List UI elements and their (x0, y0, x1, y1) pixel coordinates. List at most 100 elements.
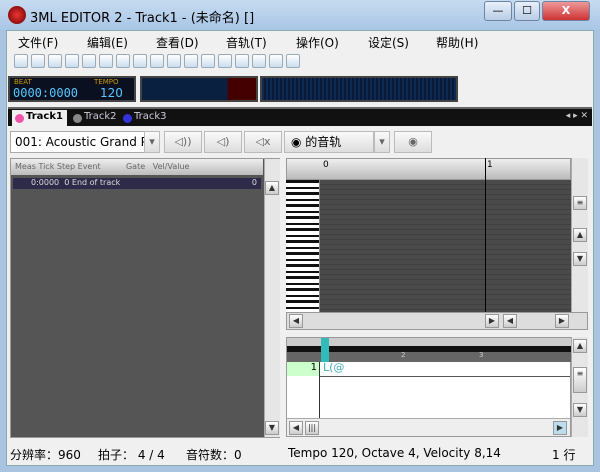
piano-roll-vscroll[interactable]: ≡ ▲ ▼ (571, 158, 588, 312)
status-resolution: 分辨率：960 (10, 448, 81, 462)
status-bar: 分辨率：960 拍子： 4 / 4 音符数：0 Tempo 120, Octav… (6, 440, 594, 466)
scroll-thumb[interactable]: ≡ (573, 367, 587, 393)
track-select-value: 的音轨 (305, 135, 342, 149)
level-meter (260, 76, 458, 102)
pan-icon[interactable]: ◁) (204, 131, 242, 153)
scroll-up-icon[interactable]: ▲ (573, 339, 587, 353)
eye-icon[interactable]: ◉ (394, 131, 432, 153)
line-number-gutter: 1 (287, 362, 319, 376)
row-step: 0 (64, 178, 70, 187)
chevron-down-icon[interactable]: ▾ (374, 131, 390, 153)
rewind-icon[interactable] (116, 54, 130, 68)
ruler-label: 2 (401, 351, 406, 359)
title-bar: 3ML EDITOR 2 - Track1 - (未命名) [] — ☐ X (0, 0, 600, 30)
mute-icon[interactable]: ◁x (244, 131, 282, 153)
tab-track3[interactable]: Track3 (120, 110, 171, 127)
zoom-in-icon[interactable]: ▶ (555, 314, 569, 328)
piano-roll-grid[interactable] (286, 158, 571, 312)
tab-label: Track2 (84, 111, 117, 122)
beat-label: BEAT (14, 78, 32, 86)
window-title: 3ML EDITOR 2 - Track1 - (未命名) [] (30, 11, 255, 26)
new-icon[interactable] (14, 54, 28, 68)
row-position: 0:0000 (31, 178, 60, 187)
tab-label: Track3 (134, 111, 167, 122)
tempo-label: TEMPO (94, 78, 119, 86)
forward-icon[interactable] (184, 54, 198, 68)
search-icon[interactable] (82, 54, 96, 68)
mml-vscroll[interactable]: ▲ ≡ ▼ (571, 337, 588, 437)
mml-hscroll[interactable]: ◀ ||| ▶ (287, 418, 570, 436)
mml-ruler: 2 3 (287, 338, 572, 362)
scroll-down-icon[interactable]: ▼ (265, 421, 279, 435)
position-readout: 0000:0000 (13, 86, 79, 100)
tempo-readout: 120 (100, 86, 123, 100)
track-select[interactable]: ◉ 的音轨 (284, 131, 374, 153)
menu-track[interactable]: 音轨(T) (226, 34, 267, 51)
scroll-left-icon[interactable]: ◀ (289, 421, 303, 435)
minimize-button[interactable]: — (484, 1, 512, 21)
pause-icon[interactable] (150, 54, 164, 68)
instrument-value: 001: Acoustic Grand Pi (15, 135, 151, 149)
status-notes: 音符数：0 (186, 448, 242, 462)
print-icon[interactable] (269, 54, 283, 68)
row-event: End of track (71, 178, 121, 187)
tab-track2[interactable]: Track2 (70, 110, 121, 127)
menu-operate[interactable]: 操作(O) (296, 34, 339, 51)
volume-icon[interactable]: ◁)) (164, 131, 202, 153)
ruler-label: 1 (487, 160, 493, 170)
position-display: BEAT TEMPO 0000:0000 120 (8, 76, 136, 102)
mml-editor[interactable]: 2 3 1 L(@ ◀ ||| ▶ (286, 337, 572, 437)
event-list[interactable]: Meas Tick Step Event Gate Vel/Value 0:00… (10, 158, 280, 438)
scroll-right-icon[interactable]: ▶ (485, 314, 499, 328)
rewind-start-icon[interactable] (99, 54, 113, 68)
settings-icon[interactable] (286, 54, 300, 68)
scroll-up-icon[interactable]: ▲ (265, 181, 279, 195)
app-icon (8, 6, 26, 24)
menu-view[interactable]: 查看(D) (156, 34, 199, 51)
ruler-label: 3 (479, 351, 484, 359)
tab-label: Track1 (26, 111, 63, 122)
scroll-right-icon[interactable]: ▶ (553, 421, 567, 435)
close-button[interactable]: X (542, 1, 590, 21)
menu-settings[interactable]: 设定(S) (368, 34, 409, 51)
scroll-down-icon[interactable]: ▼ (573, 252, 587, 266)
status-beat: 拍子： 4 / 4 (98, 448, 165, 462)
menu-bar: 文件(F) 编辑(E) 查看(D) 音轨(T) 操作(O) 设定(S) 帮助(H… (6, 32, 594, 52)
menu-help[interactable]: 帮助(H) (436, 34, 478, 51)
status-line: 1 行 (552, 448, 576, 462)
menu-file[interactable]: 文件(F) (18, 34, 58, 51)
copy-icon[interactable] (235, 54, 249, 68)
piano-keyboard[interactable] (286, 180, 320, 312)
tab-track1[interactable]: Track1 (12, 110, 67, 127)
scroll-thumb[interactable]: ≡ (573, 196, 587, 210)
scroll-left-icon[interactable]: ◀ (289, 314, 303, 328)
instrument-select[interactable]: 001: Acoustic Grand Pi (10, 131, 160, 153)
mml-text[interactable]: L(@ (323, 361, 344, 374)
status-info: Tempo 120, Octave 4, Velocity 8,14 (288, 446, 501, 460)
row-value: 0 (251, 178, 257, 187)
tab-scroll-controls[interactable]: ◂ ▸ ✕ (566, 111, 588, 121)
scroll-down-icon[interactable]: ▼ (573, 403, 587, 417)
insert-icon[interactable] (201, 54, 215, 68)
save-as-icon[interactable] (65, 54, 79, 68)
playhead-marker[interactable] (321, 338, 329, 362)
open-icon[interactable] (31, 54, 45, 68)
stop-icon[interactable] (167, 54, 181, 68)
event-list-scrollbar[interactable]: ▲ ▼ (264, 159, 280, 437)
scroll-up-icon[interactable]: ▲ (573, 228, 587, 242)
event-list-header: Meas Tick Step Event Gate Vel/Value (11, 159, 263, 175)
scroll-thumb[interactable]: ||| (305, 421, 319, 435)
menu-edit[interactable]: 编辑(E) (87, 34, 128, 51)
play-icon[interactable] (133, 54, 147, 68)
save-icon[interactable] (48, 54, 62, 68)
zoom-out-icon[interactable]: ◀ (503, 314, 517, 328)
piano-roll-hscroll[interactable]: ◀ ▶ ◀ ▶ (286, 312, 588, 330)
toolbar (14, 54, 300, 72)
channel-meter (140, 76, 258, 102)
chevron-down-icon[interactable]: ▾ (144, 131, 160, 153)
maximize-button[interactable]: ☐ (514, 1, 540, 21)
ruler-label: 0 (323, 160, 329, 170)
table-row[interactable]: 0:0000 0 End of track 0 (13, 178, 261, 189)
export-icon[interactable] (252, 54, 266, 68)
delete-icon[interactable] (218, 54, 232, 68)
